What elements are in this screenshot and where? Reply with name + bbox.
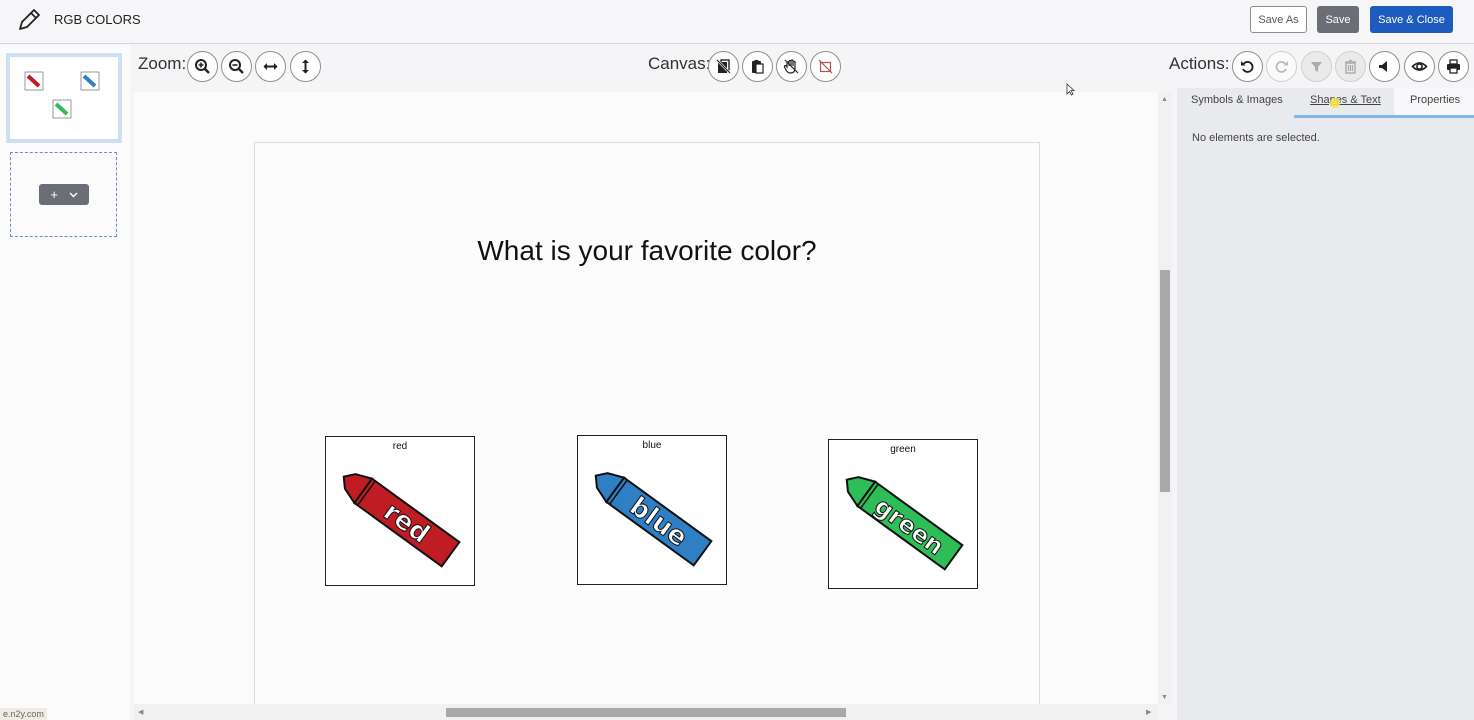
add-page-area: + bbox=[10, 152, 117, 237]
panel-tabs: Symbols & Images Shapes & Text Propertie… bbox=[1177, 88, 1474, 118]
scroll-left-icon[interactable]: ◀ bbox=[138, 708, 143, 716]
zoom-in-button[interactable] bbox=[187, 51, 218, 82]
properties-panel: Symbols & Images Shapes & Text Propertie… bbox=[1177, 88, 1474, 720]
cursor-highlight bbox=[1330, 98, 1340, 108]
scroll-up-icon[interactable]: ▲ bbox=[1161, 96, 1168, 103]
document-title: RGB COLORS bbox=[54, 12, 141, 27]
horizontal-scrollbar[interactable]: ◀ ▶ bbox=[134, 704, 1158, 720]
canvas-label: Canvas: bbox=[648, 54, 711, 73]
vertical-scrollbar[interactable]: ▲ ▼ bbox=[1158, 92, 1172, 704]
fit-width-button[interactable] bbox=[255, 51, 286, 82]
vertical-scroll-thumb[interactable] bbox=[1160, 270, 1170, 492]
eye-icon bbox=[1411, 62, 1428, 71]
status-url: e.n2y.com bbox=[0, 708, 47, 720]
fit-height-button[interactable] bbox=[290, 51, 321, 82]
delete-button[interactable] bbox=[1335, 51, 1366, 82]
blue-symbol-card[interactable]: blue blue bbox=[577, 435, 727, 585]
question-text[interactable]: What is your favorite color? bbox=[255, 235, 1039, 267]
no-copy-button[interactable] bbox=[708, 51, 739, 82]
mouse-pointer-icon bbox=[1066, 83, 1075, 96]
green-crayon-thumbnail bbox=[52, 99, 72, 119]
tab-properties[interactable]: Properties bbox=[1410, 94, 1460, 106]
filter-icon bbox=[1311, 62, 1322, 72]
red-symbol-card[interactable]: red red bbox=[325, 436, 475, 586]
blue-crayon-icon: blue bbox=[594, 472, 713, 567]
zoom-out-button[interactable] bbox=[221, 51, 252, 82]
redo-icon bbox=[1275, 61, 1288, 73]
top-header: RGB COLORS Save As Save Save & Close bbox=[0, 0, 1474, 44]
pan-button[interactable] bbox=[776, 51, 807, 82]
zoom-out-icon bbox=[229, 59, 244, 74]
pages-panel: + bbox=[0, 45, 130, 720]
page-sheet[interactable]: What is your favorite color? red red blu… bbox=[254, 142, 1040, 712]
actions-label: Actions: bbox=[1169, 54, 1230, 73]
green-symbol-card[interactable]: green green bbox=[828, 439, 978, 589]
card-label: blue bbox=[642, 440, 662, 451]
add-page-button[interactable]: + bbox=[39, 184, 89, 205]
paste-button[interactable] bbox=[742, 51, 773, 82]
no-copy-icon bbox=[716, 59, 731, 74]
hand-icon bbox=[783, 59, 799, 74]
card-label: red bbox=[392, 441, 408, 452]
green-crayon-icon: green bbox=[845, 476, 964, 571]
undo-button[interactable] bbox=[1232, 51, 1263, 82]
redo-button[interactable] bbox=[1266, 51, 1297, 82]
filter-button[interactable] bbox=[1301, 51, 1332, 82]
horizontal-scroll-thumb[interactable] bbox=[446, 708, 846, 717]
scroll-down-icon[interactable]: ▼ bbox=[1161, 694, 1168, 701]
audio-button[interactable] bbox=[1369, 51, 1400, 82]
chevron-down-icon bbox=[69, 192, 78, 197]
speaker-icon bbox=[1379, 61, 1387, 72]
zoom-label: Zoom: bbox=[138, 54, 187, 73]
preview-button[interactable] bbox=[1404, 51, 1435, 82]
print-button[interactable] bbox=[1438, 51, 1469, 82]
undo-icon bbox=[1241, 61, 1254, 73]
vertical-arrows-icon bbox=[302, 59, 309, 74]
crop-button[interactable] bbox=[810, 51, 841, 82]
printer-icon bbox=[1447, 59, 1460, 74]
page-thumbnail[interactable] bbox=[6, 53, 122, 143]
tab-shapes-text[interactable]: Shapes & Text bbox=[1310, 94, 1381, 106]
horizontal-arrows-icon bbox=[263, 63, 278, 70]
scroll-right-icon[interactable]: ▶ bbox=[1146, 708, 1151, 716]
selection-message: No elements are selected. bbox=[1192, 132, 1320, 144]
blue-crayon-thumbnail bbox=[80, 71, 100, 91]
red-crayon-icon: red bbox=[342, 473, 461, 568]
trash-icon bbox=[1345, 59, 1356, 74]
canvas-area[interactable]: What is your favorite color? red red blu… bbox=[134, 92, 1158, 712]
save-as-button[interactable]: Save As bbox=[1250, 6, 1307, 33]
save-button[interactable]: Save bbox=[1317, 6, 1359, 33]
clipboard-icon bbox=[752, 60, 764, 74]
plus-icon: + bbox=[50, 187, 58, 202]
tab-symbols-images[interactable]: Symbols & Images bbox=[1191, 94, 1283, 106]
save-and-close-button[interactable]: Save & Close bbox=[1370, 6, 1453, 33]
pencil-icon bbox=[19, 9, 40, 30]
red-crayon-thumbnail bbox=[24, 71, 44, 91]
zoom-in-icon bbox=[195, 59, 210, 74]
tab-indicator bbox=[1294, 115, 1474, 118]
no-crop-icon bbox=[818, 59, 833, 74]
card-label: green bbox=[890, 444, 916, 455]
